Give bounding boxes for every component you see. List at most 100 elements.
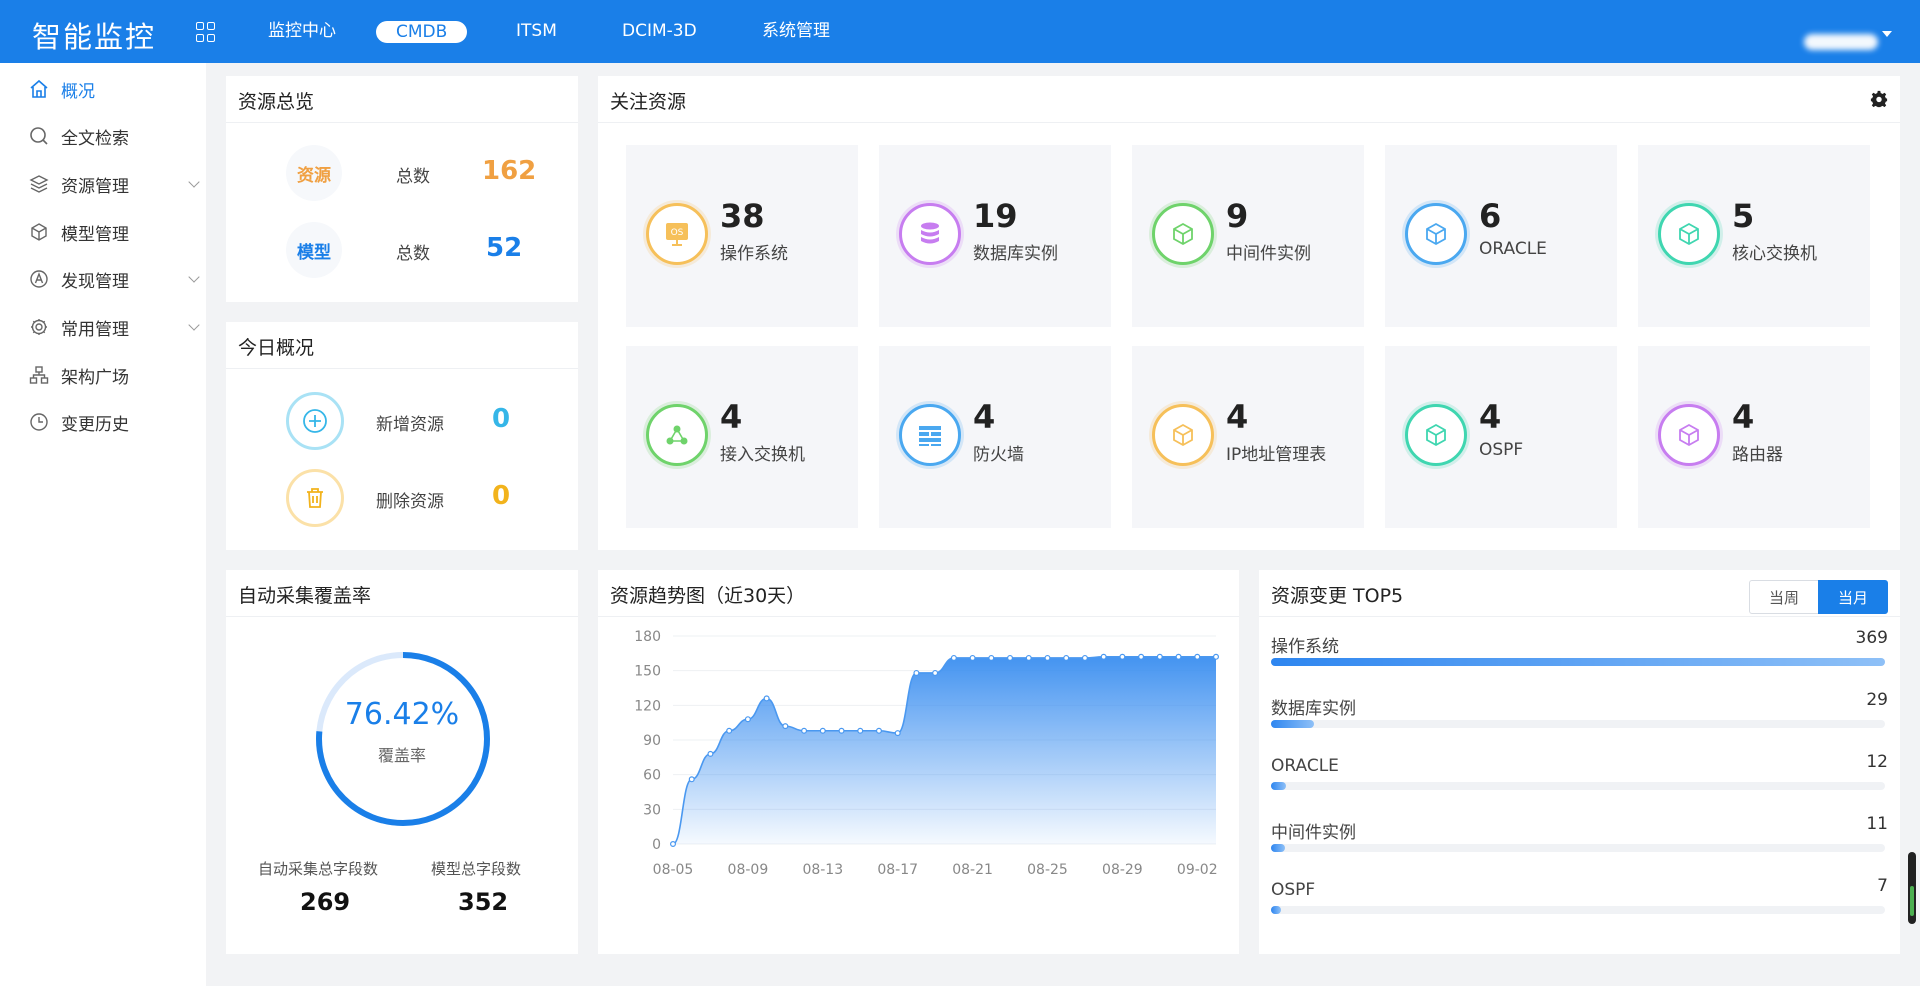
sidebar: 概况 全文检索 资源管理 模型管理 发现管理 常用管理 架构广场 变更历史 (0, 63, 206, 986)
trend-point[interactable] (875, 727, 882, 734)
nav-itsm[interactable]: ITSM (516, 20, 557, 42)
trend-point[interactable] (1212, 653, 1219, 660)
sidebar-item-resource-management[interactable]: 资源管理 (28, 172, 200, 197)
trend-point[interactable] (838, 727, 845, 734)
y-tick-label: 30 (643, 802, 661, 818)
trend-point[interactable] (1138, 653, 1145, 660)
focus-resource-card[interactable]: 4 防火墙 (879, 346, 1111, 528)
trend-point[interactable] (969, 654, 976, 661)
focus-resource-card[interactable]: OS 38 操作系统 (626, 145, 858, 327)
trend-point[interactable] (782, 723, 789, 730)
user-menu[interactable] (1804, 26, 1892, 58)
x-tick-label: 08-17 (877, 862, 918, 878)
user-avatar (1804, 34, 1878, 50)
trend-point[interactable] (1156, 653, 1163, 660)
top-nav-bar: 智能监控 监控中心 CMDB ITSM DCIM-3D 系统管理 (0, 0, 1920, 63)
search-icon (28, 125, 50, 147)
panel-title: 关注资源 (610, 91, 687, 113)
top5-item-value: 369 (1855, 628, 1888, 648)
trend-point[interactable] (763, 695, 770, 702)
trend-point[interactable] (1081, 654, 1088, 661)
sidebar-item-label: 常用管理 (61, 319, 129, 340)
sidebar-item-search[interactable]: 全文检索 (28, 124, 198, 149)
gear-icon (28, 316, 50, 338)
trend-point[interactable] (1063, 654, 1070, 661)
x-tick-label: 08-25 (1027, 862, 1068, 878)
sidebar-item-label: 架构广场 (61, 367, 129, 388)
trend-point[interactable] (894, 730, 901, 737)
trend-point[interactable] (688, 776, 695, 783)
focus-resource-card[interactable]: 5 核心交换机 (1638, 145, 1870, 327)
caret-down-icon (1882, 31, 1892, 37)
top5-bar-fill (1271, 844, 1285, 852)
trend-point[interactable] (1194, 653, 1201, 660)
focus-resource-card[interactable]: 9 中间件实例 (1132, 145, 1364, 327)
sidebar-item-label: 全文检索 (61, 128, 129, 149)
trend-point[interactable] (707, 750, 714, 757)
apps-grid-icon[interactable] (196, 22, 216, 42)
focus-resource-card[interactable]: 6 ORACLE (1385, 145, 1617, 327)
focus-resource-card[interactable]: 4 接入交换机 (626, 346, 858, 528)
trend-point[interactable] (669, 841, 676, 848)
trend-point[interactable] (1025, 654, 1032, 661)
top5-bar-fill (1271, 720, 1314, 728)
focus-resource-count: 5 (1732, 197, 1755, 235)
focus-resource-card[interactable]: 19 数据库实例 (879, 145, 1111, 327)
nav-dcim-3d[interactable]: DCIM-3D (622, 20, 697, 42)
chevron-down-icon (188, 319, 200, 331)
trend-point[interactable] (819, 727, 826, 734)
firewall-icon (899, 404, 961, 466)
nav-system-management[interactable]: 系统管理 (762, 20, 830, 42)
page-scrollbar[interactable] (1908, 852, 1916, 924)
sidebar-item-architecture-square[interactable]: 架构广场 (28, 363, 198, 388)
settings-gear-icon[interactable] (1870, 90, 1888, 112)
plus-circle-icon (286, 392, 344, 450)
nav-monitor-center[interactable]: 监控中心 (268, 20, 336, 42)
trend-point[interactable] (932, 669, 939, 676)
trend-point[interactable] (1175, 653, 1182, 660)
top5-bar-track (1271, 906, 1885, 914)
focus-resource-card[interactable]: 4 OSPF (1385, 346, 1617, 528)
top5-item-value: 29 (1866, 690, 1888, 710)
trend-point[interactable] (857, 727, 864, 734)
trend-point[interactable] (988, 654, 995, 661)
focus-resource-name: OSPF (1479, 440, 1524, 460)
top5-item-name: OSPF (1271, 880, 1316, 900)
sidebar-item-model-management[interactable]: 模型管理 (28, 220, 198, 245)
auto-collected-fields-value: 269 (300, 888, 351, 916)
trend-point[interactable] (726, 727, 733, 734)
panel-title: 资源变更 TOP5 (1271, 585, 1404, 607)
top5-item-value: 12 (1866, 752, 1888, 772)
trend-point[interactable] (913, 669, 920, 676)
trend-point[interactable] (744, 716, 751, 723)
trend-point[interactable] (950, 654, 957, 661)
nav-cmdb[interactable]: CMDB (376, 21, 468, 43)
focus-resource-card[interactable]: 4 路由器 (1638, 346, 1870, 528)
focus-resources-panel: 关注资源 OS 38 操作系统 19 数据库实例 9 中间件实例 6 ORACLE 5 核心交换机 4… (598, 76, 1900, 550)
discover-icon (28, 268, 50, 290)
x-tick-label: 08-21 (952, 862, 993, 878)
trend-point[interactable] (1119, 653, 1126, 660)
trend-point[interactable] (1100, 653, 1107, 660)
focus-resource-name: 核心交换机 (1732, 244, 1817, 264)
sidebar-item-discovery-management[interactable]: 发现管理 (28, 267, 200, 292)
sidebar-item-change-history[interactable]: 变更历史 (28, 410, 198, 435)
trend-point[interactable] (1007, 654, 1014, 661)
focus-resource-name: ORACLE (1479, 239, 1547, 259)
tab-current-month[interactable]: 当月 (1818, 580, 1888, 614)
share-icon (646, 404, 708, 466)
coverage-ring-chart (316, 652, 490, 826)
trend-point[interactable] (1044, 654, 1051, 661)
focus-resource-card[interactable]: 4 IP地址管理表 (1132, 346, 1364, 528)
trend-point[interactable] (801, 727, 808, 734)
chevron-down-icon (188, 176, 200, 188)
x-tick-label: 08-05 (653, 862, 694, 878)
top5-item-name: 中间件实例 (1271, 823, 1356, 843)
sidebar-item-common-management[interactable]: 常用管理 (28, 315, 200, 340)
y-tick-label: 90 (643, 733, 661, 749)
resource-overview-panel: 资源总览 资源 总数 162 模型 总数 52 (226, 76, 578, 302)
tab-current-week[interactable]: 当周 (1749, 580, 1819, 614)
deleted-resource-value: 0 (492, 481, 511, 511)
top5-bar-track (1271, 658, 1885, 666)
sidebar-item-overview[interactable]: 概况 (28, 77, 198, 102)
